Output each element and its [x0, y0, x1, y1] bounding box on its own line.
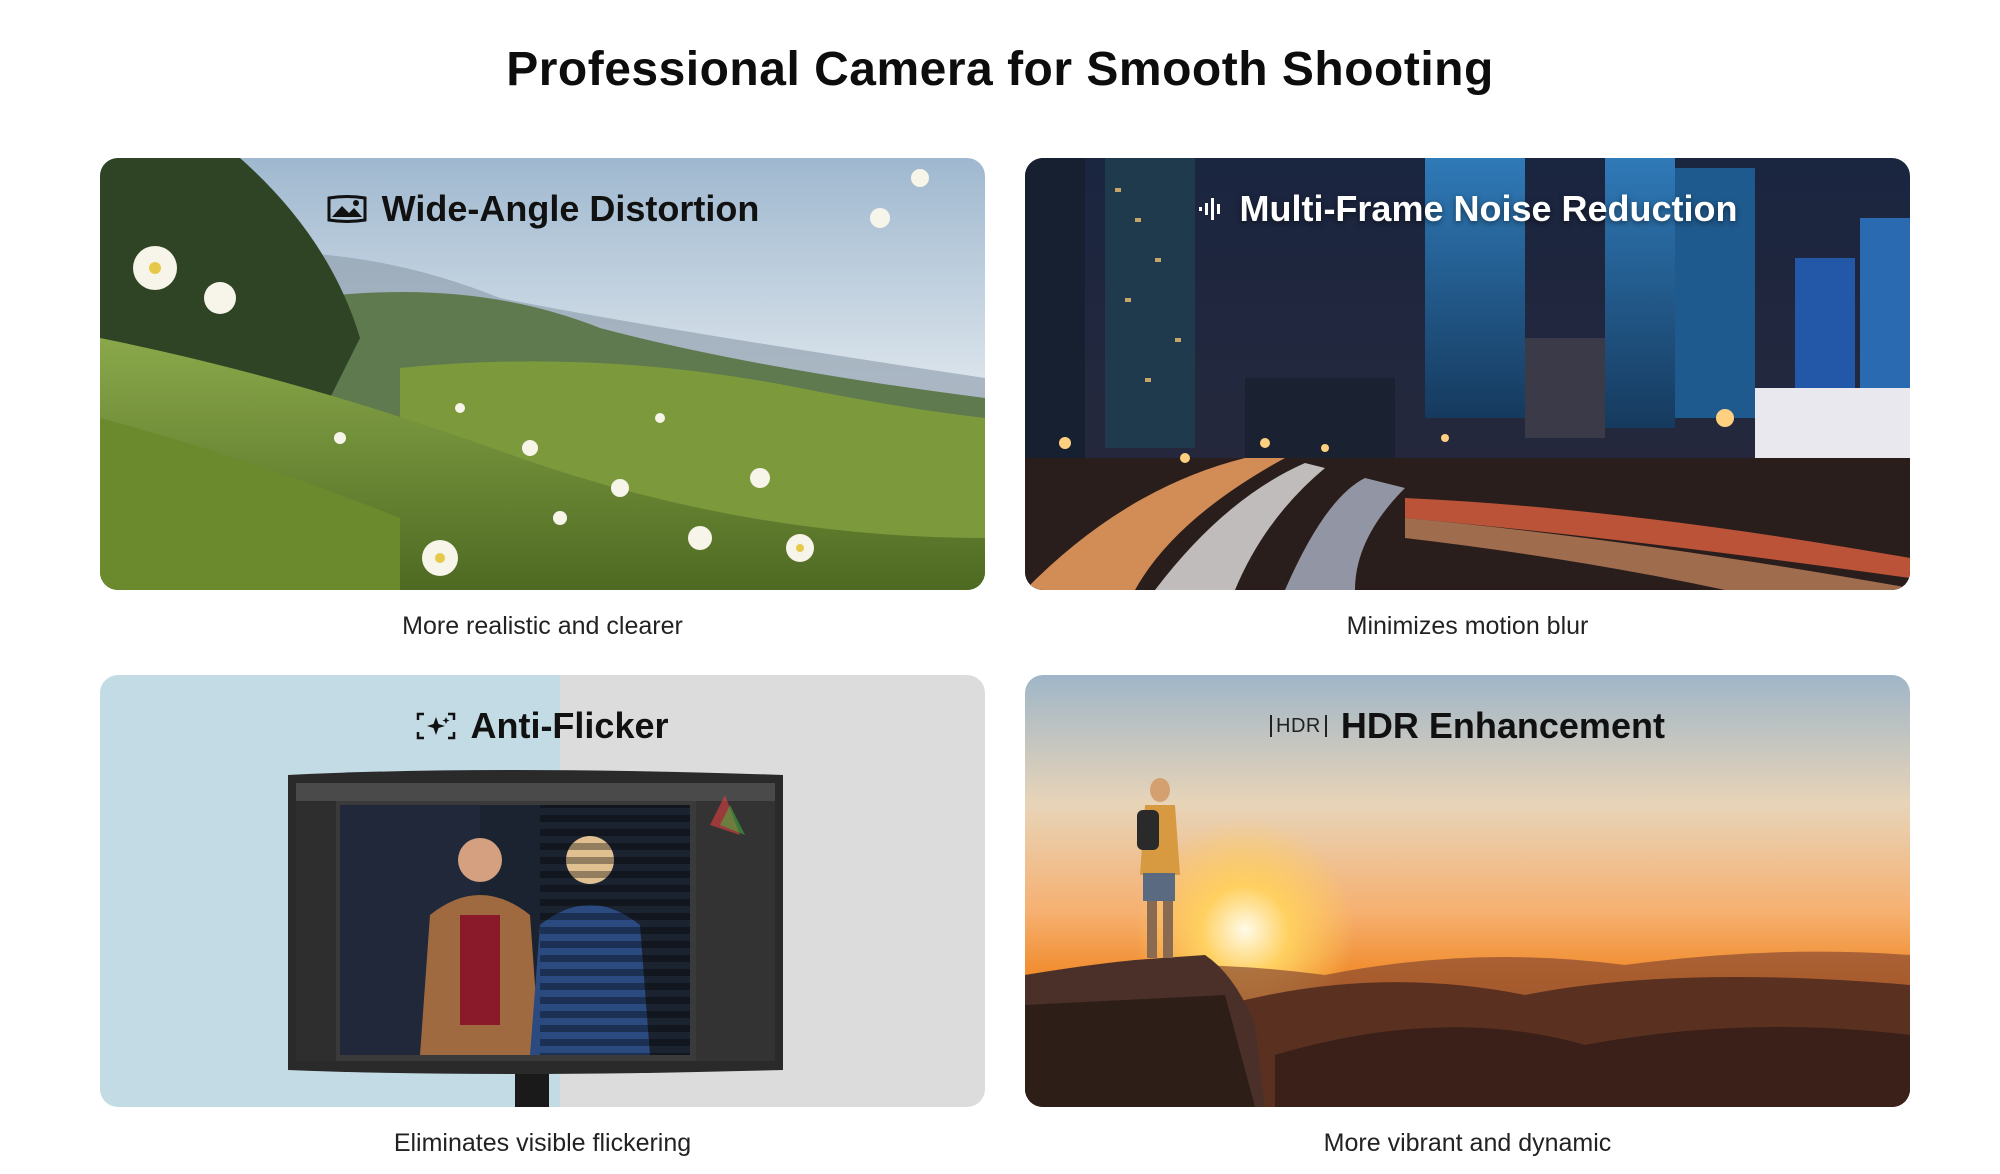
feature-card-wide-angle: Wide-Angle Distortion	[100, 158, 985, 590]
hdr-icon: HDR	[1270, 715, 1327, 737]
card-caption: More vibrant and dynamic	[1323, 1129, 1612, 1157]
card-caption: More realistic and clearer	[402, 612, 683, 640]
card-heading: HDR HDR Enhancement	[1025, 705, 1910, 747]
page-title: Professional Camera for Smooth Shooting	[506, 43, 1494, 96]
card-heading-text: Wide-Angle Distortion	[381, 188, 760, 229]
sound-wave-icon	[1197, 195, 1225, 223]
card-heading-text: HDR Enhancement	[1340, 705, 1665, 746]
landscape-photo-icon	[326, 195, 368, 223]
feature-card-noise-reduction: Multi-Frame Noise Reduction	[1025, 158, 1910, 590]
card-caption: Minimizes motion blur	[1346, 612, 1589, 640]
feature-card-anti-flicker: Anti-Flicker	[100, 675, 985, 1107]
feature-card-hdr: HDR HDR Enhancement	[1025, 675, 1910, 1107]
card-heading: Wide-Angle Distortion	[100, 188, 985, 230]
card-heading-text: Anti-Flicker	[470, 705, 669, 746]
page: Professional Camera for Smooth Shooting	[0, 0, 2000, 1174]
card-heading: Multi-Frame Noise Reduction	[1025, 188, 1910, 230]
card-heading-text: Multi-Frame Noise Reduction	[1239, 188, 1738, 229]
card-heading: Anti-Flicker	[100, 705, 985, 747]
card-caption: Eliminates visible flickering	[393, 1129, 692, 1157]
sparkle-frame-icon	[416, 712, 456, 740]
